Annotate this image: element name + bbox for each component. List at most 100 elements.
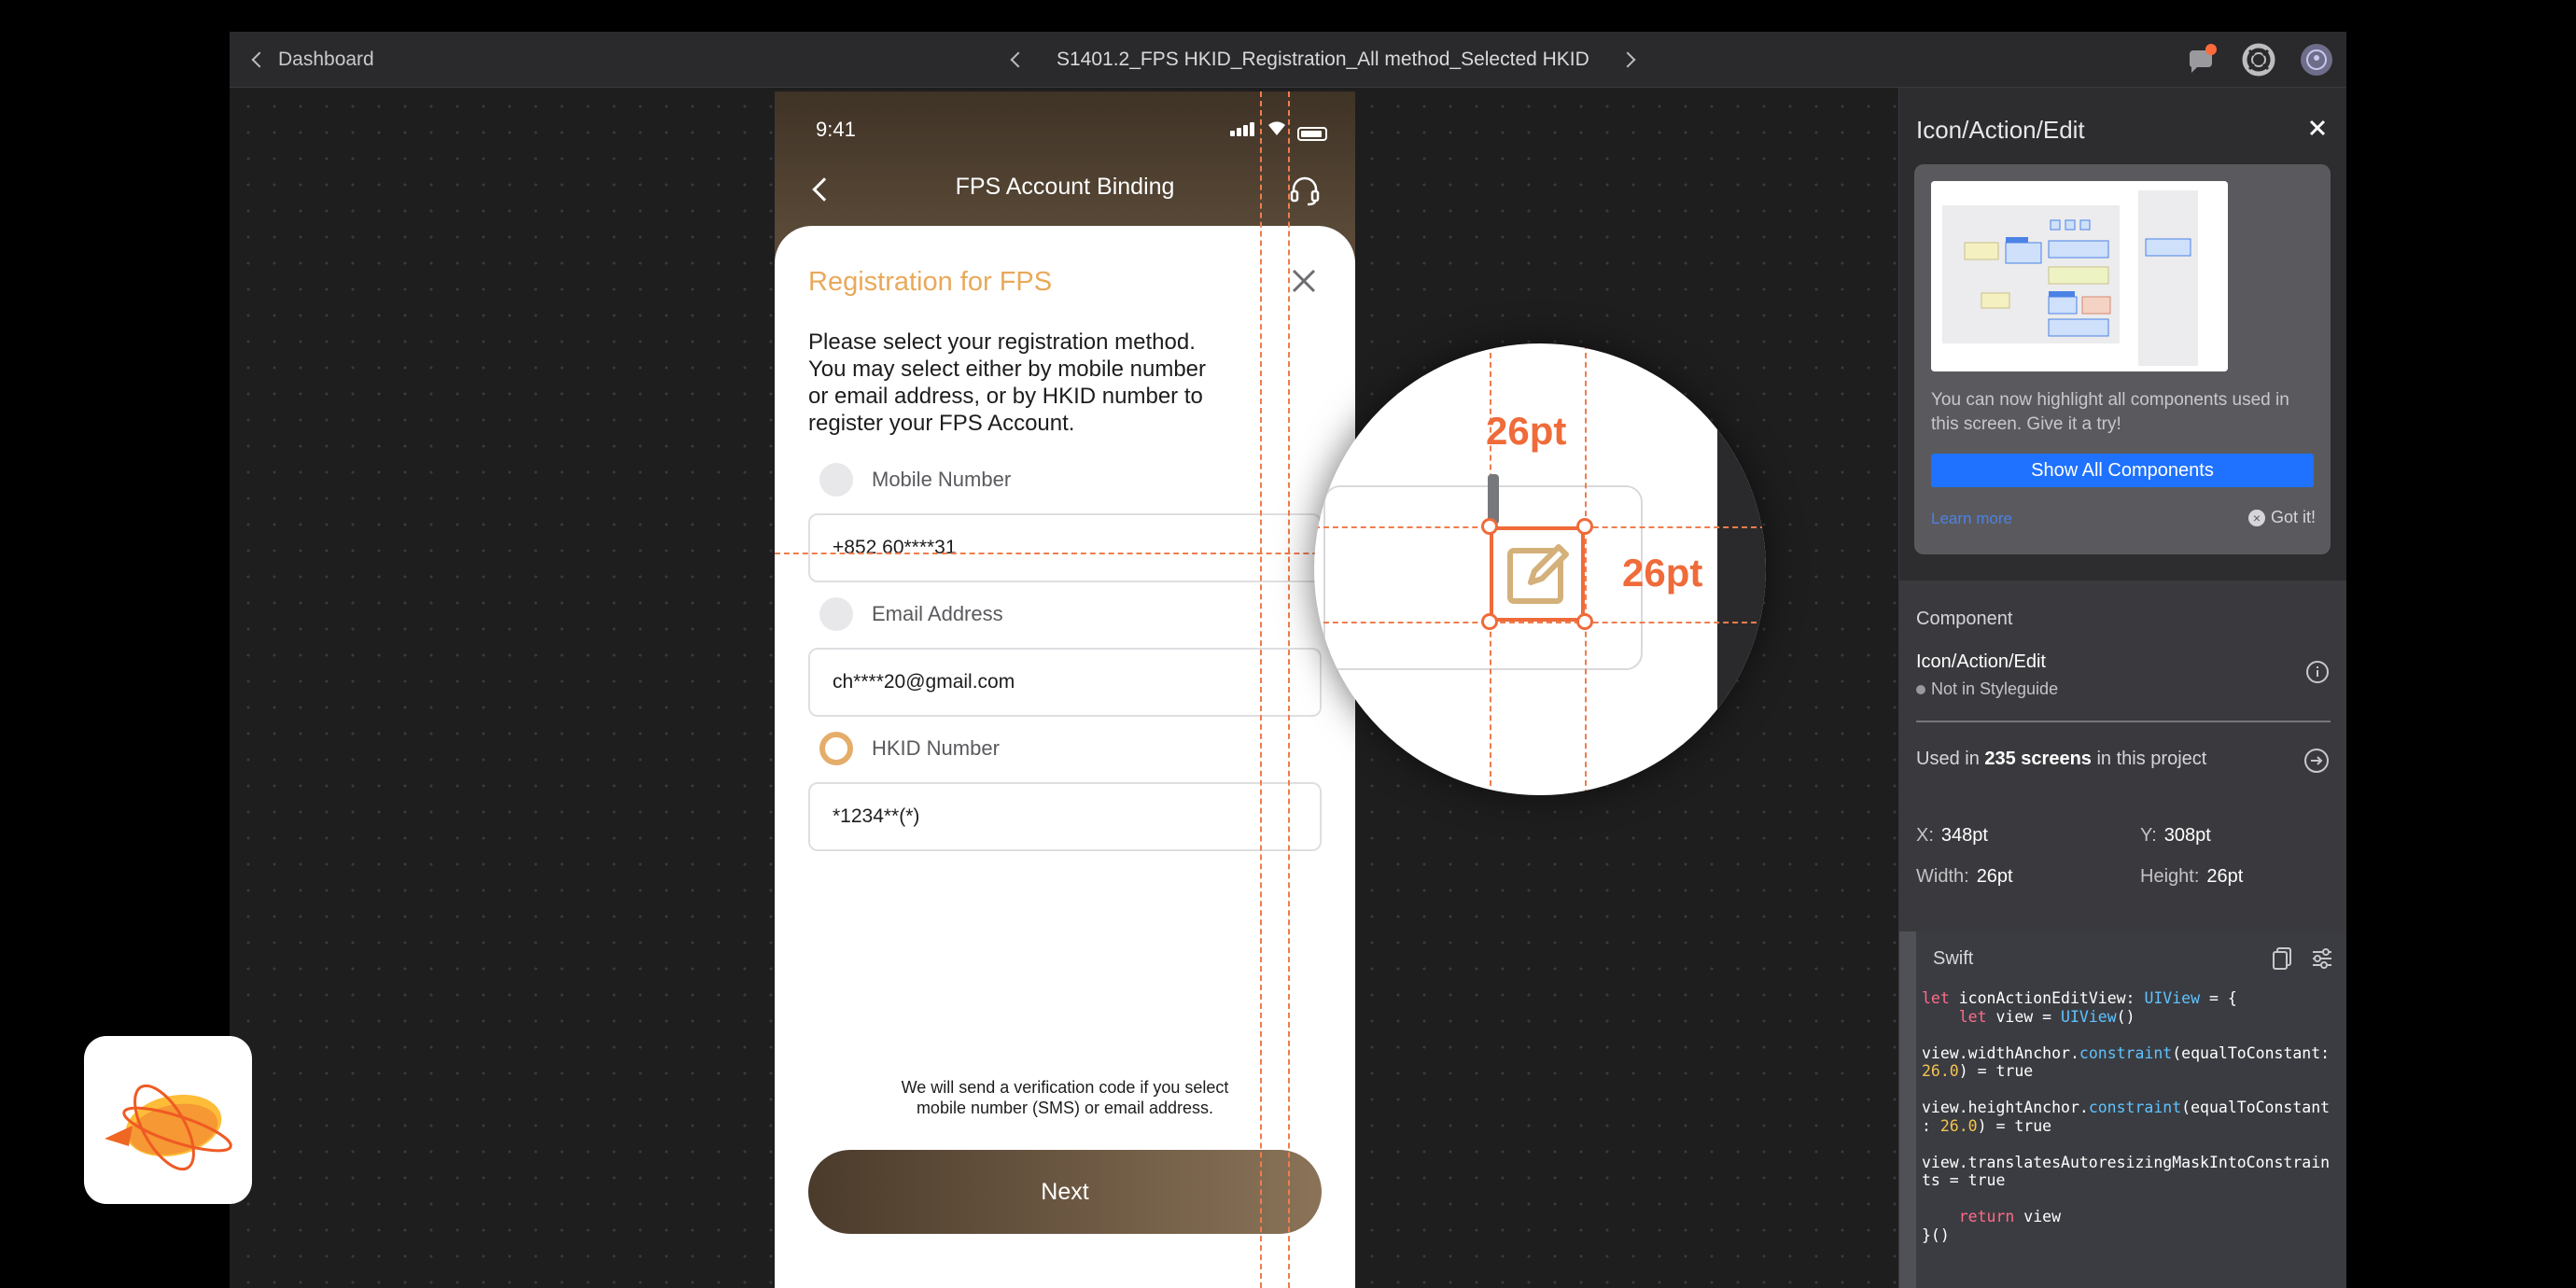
- screen-navigator: S1401.2_FPS HKID_Registration_All method…: [1004, 32, 1642, 88]
- swift-code[interactable]: let iconActionEditView: UIView = { let v…: [1922, 989, 2344, 1244]
- code-snippet-section: Swift let iconActionEditView: UIView = {…: [1899, 931, 2346, 1288]
- metric-y-value: 308pt: [2163, 825, 2211, 846]
- top-bar-icons: [2184, 43, 2333, 77]
- zeplin-app: Dashboard S1401.2_FPS HKID_Registration_…: [230, 32, 2346, 1288]
- status-time: 9:41: [816, 118, 856, 141]
- next-button[interactable]: Next: [808, 1150, 1322, 1234]
- radio-hkid-selected[interactable]: [819, 732, 853, 765]
- option-label-mobile: Mobile Number: [872, 468, 1012, 491]
- settings-sliders-icon[interactable]: [2310, 946, 2334, 971]
- letterbox-top: [0, 0, 2576, 32]
- option-label-hkid: HKID Number: [872, 736, 1000, 760]
- metric-width-value: 26pt: [1976, 866, 2013, 887]
- metric-x-value: 348pt: [1940, 825, 1988, 846]
- wifi-icon: [1266, 119, 1288, 141]
- text-cursor-bar: [1488, 474, 1499, 525]
- metric-x: X: 348pt: [1916, 825, 1988, 847]
- guide-horizontal-top: [775, 553, 1355, 554]
- status-dot-icon: [1916, 684, 1925, 694]
- learn-more-link[interactable]: Learn more: [1931, 510, 2012, 528]
- component-status-label: Not in Styleguide: [1931, 679, 2059, 698]
- guide-vertical-right: [1288, 91, 1290, 1288]
- inspector-panel: Icon/Action/Edit You can now highlight a…: [1898, 88, 2346, 1288]
- email-address-field[interactable]: ch****20@gmail.com: [808, 648, 1322, 717]
- status-icons: [1230, 119, 1327, 141]
- component-section-label: Component: [1916, 609, 2013, 629]
- metric-height-value: 26pt: [2206, 866, 2244, 887]
- mobile-number-field[interactable]: +852 60****31: [808, 513, 1322, 582]
- footnote-line-1: We will send a verification code if you …: [901, 1078, 1229, 1097]
- guide-vertical-left: [1260, 91, 1262, 1288]
- used-in-count: 235 screens: [1984, 749, 2092, 769]
- metric-height-label: Height:: [2140, 866, 2200, 887]
- metric-y-label: Y:: [2140, 825, 2157, 846]
- hkid-number-field[interactable]: *1234**(*): [808, 782, 1322, 851]
- metric-x-label: X:: [1916, 825, 1934, 846]
- component-status: Not in Styleguide: [1916, 679, 2058, 699]
- close-icon[interactable]: [2307, 118, 2328, 138]
- metric-width: Width: 26pt: [1916, 866, 2013, 888]
- copy-icon[interactable]: [2271, 946, 2293, 971]
- option-label-email: Email Address: [872, 602, 1003, 625]
- code-language-label: Swift: [1933, 948, 1974, 969]
- tip-illustration: [1931, 181, 2228, 371]
- info-icon[interactable]: [2306, 661, 2329, 683]
- dashboard-back-link[interactable]: Dashboard: [251, 32, 374, 88]
- metric-width-label: Width:: [1916, 866, 1969, 887]
- chevron-left-icon: [251, 51, 268, 68]
- verification-footnote: We will send a verification code if you …: [775, 1077, 1355, 1118]
- radio-email[interactable]: [819, 597, 853, 631]
- radio-mobile[interactable]: [819, 463, 853, 497]
- selection-handle-br: [1576, 613, 1593, 630]
- option-hkid-number[interactable]: HKID Number: [819, 732, 1000, 765]
- used-in-suffix: in this project: [2096, 749, 2207, 769]
- arrow-right-circle-icon[interactable]: [2304, 749, 2329, 773]
- got-it-button[interactable]: × Got it!: [2247, 508, 2316, 527]
- show-all-components-button[interactable]: Show All Components: [1931, 454, 2314, 487]
- highlight-tip-card: You can now highlight all components use…: [1914, 164, 2331, 554]
- got-it-label: Got it!: [2270, 508, 2316, 526]
- close-circle-icon: ×: [2247, 509, 2265, 526]
- edit-icon-selection[interactable]: [1490, 526, 1585, 622]
- width-measurement-label: 26pt: [1486, 409, 1567, 453]
- mag-guide-right: [1585, 343, 1587, 795]
- code-gutter: [1899, 931, 1916, 1288]
- magnifier-dark-edge: [1717, 343, 1766, 795]
- cellular-signal-icon: [1230, 122, 1256, 141]
- chevron-right-icon: [1619, 51, 1636, 68]
- option-mobile-number[interactable]: Mobile Number: [819, 463, 1011, 497]
- used-in-screens-link[interactable]: Used in 235 screens in this project: [1916, 749, 2206, 770]
- selection-handle-tl: [1481, 518, 1498, 535]
- option-email-address[interactable]: Email Address: [819, 597, 1003, 631]
- help-lifebuoy-icon[interactable]: [2242, 43, 2275, 77]
- chevron-left-icon: [1010, 51, 1027, 68]
- metric-y: Y: 308pt: [2140, 825, 2211, 847]
- footnote-line-2: mobile number (SMS) or email address.: [916, 1099, 1214, 1117]
- selection-handle-tr: [1576, 518, 1593, 535]
- zeplin-logo: [84, 1036, 252, 1204]
- previous-screen-button[interactable]: [1004, 46, 1032, 74]
- selection-handle-bl: [1481, 613, 1498, 630]
- sheet-description: Please select your registration method. …: [808, 329, 1206, 436]
- sheet-title: Registration for FPS: [808, 267, 1053, 297]
- metric-height: Height: 26pt: [2140, 866, 2243, 888]
- screen-title: S1401.2_FPS HKID_Registration_All method…: [1057, 49, 1589, 70]
- dashboard-label: Dashboard: [278, 49, 374, 70]
- section-divider: [1916, 721, 2331, 722]
- measurement-magnifier: 26pt 26pt: [1314, 343, 1766, 795]
- battery-icon: [1297, 127, 1327, 141]
- phone-screen[interactable]: 9:41 FPS Account Binding Registration fo…: [775, 91, 1355, 1288]
- used-in-prefix: Used in: [1916, 749, 1980, 769]
- magnified-field: [1323, 485, 1643, 670]
- notifications-icon[interactable]: [2184, 43, 2218, 77]
- component-name: Icon/Action/Edit: [1916, 651, 2046, 672]
- inspector-title: Icon/Action/Edit: [1916, 116, 2085, 144]
- user-avatar[interactable]: [2300, 43, 2333, 77]
- close-icon[interactable]: [1290, 267, 1318, 295]
- registration-sheet: Registration for FPS Please select your …: [775, 226, 1355, 1288]
- next-screen-button[interactable]: [1614, 46, 1642, 74]
- edit-icon: [1507, 544, 1569, 604]
- phone-header: [775, 91, 1355, 241]
- customer-service-headset-icon[interactable]: [1288, 174, 1322, 207]
- letterbox-right: [2346, 32, 2576, 1288]
